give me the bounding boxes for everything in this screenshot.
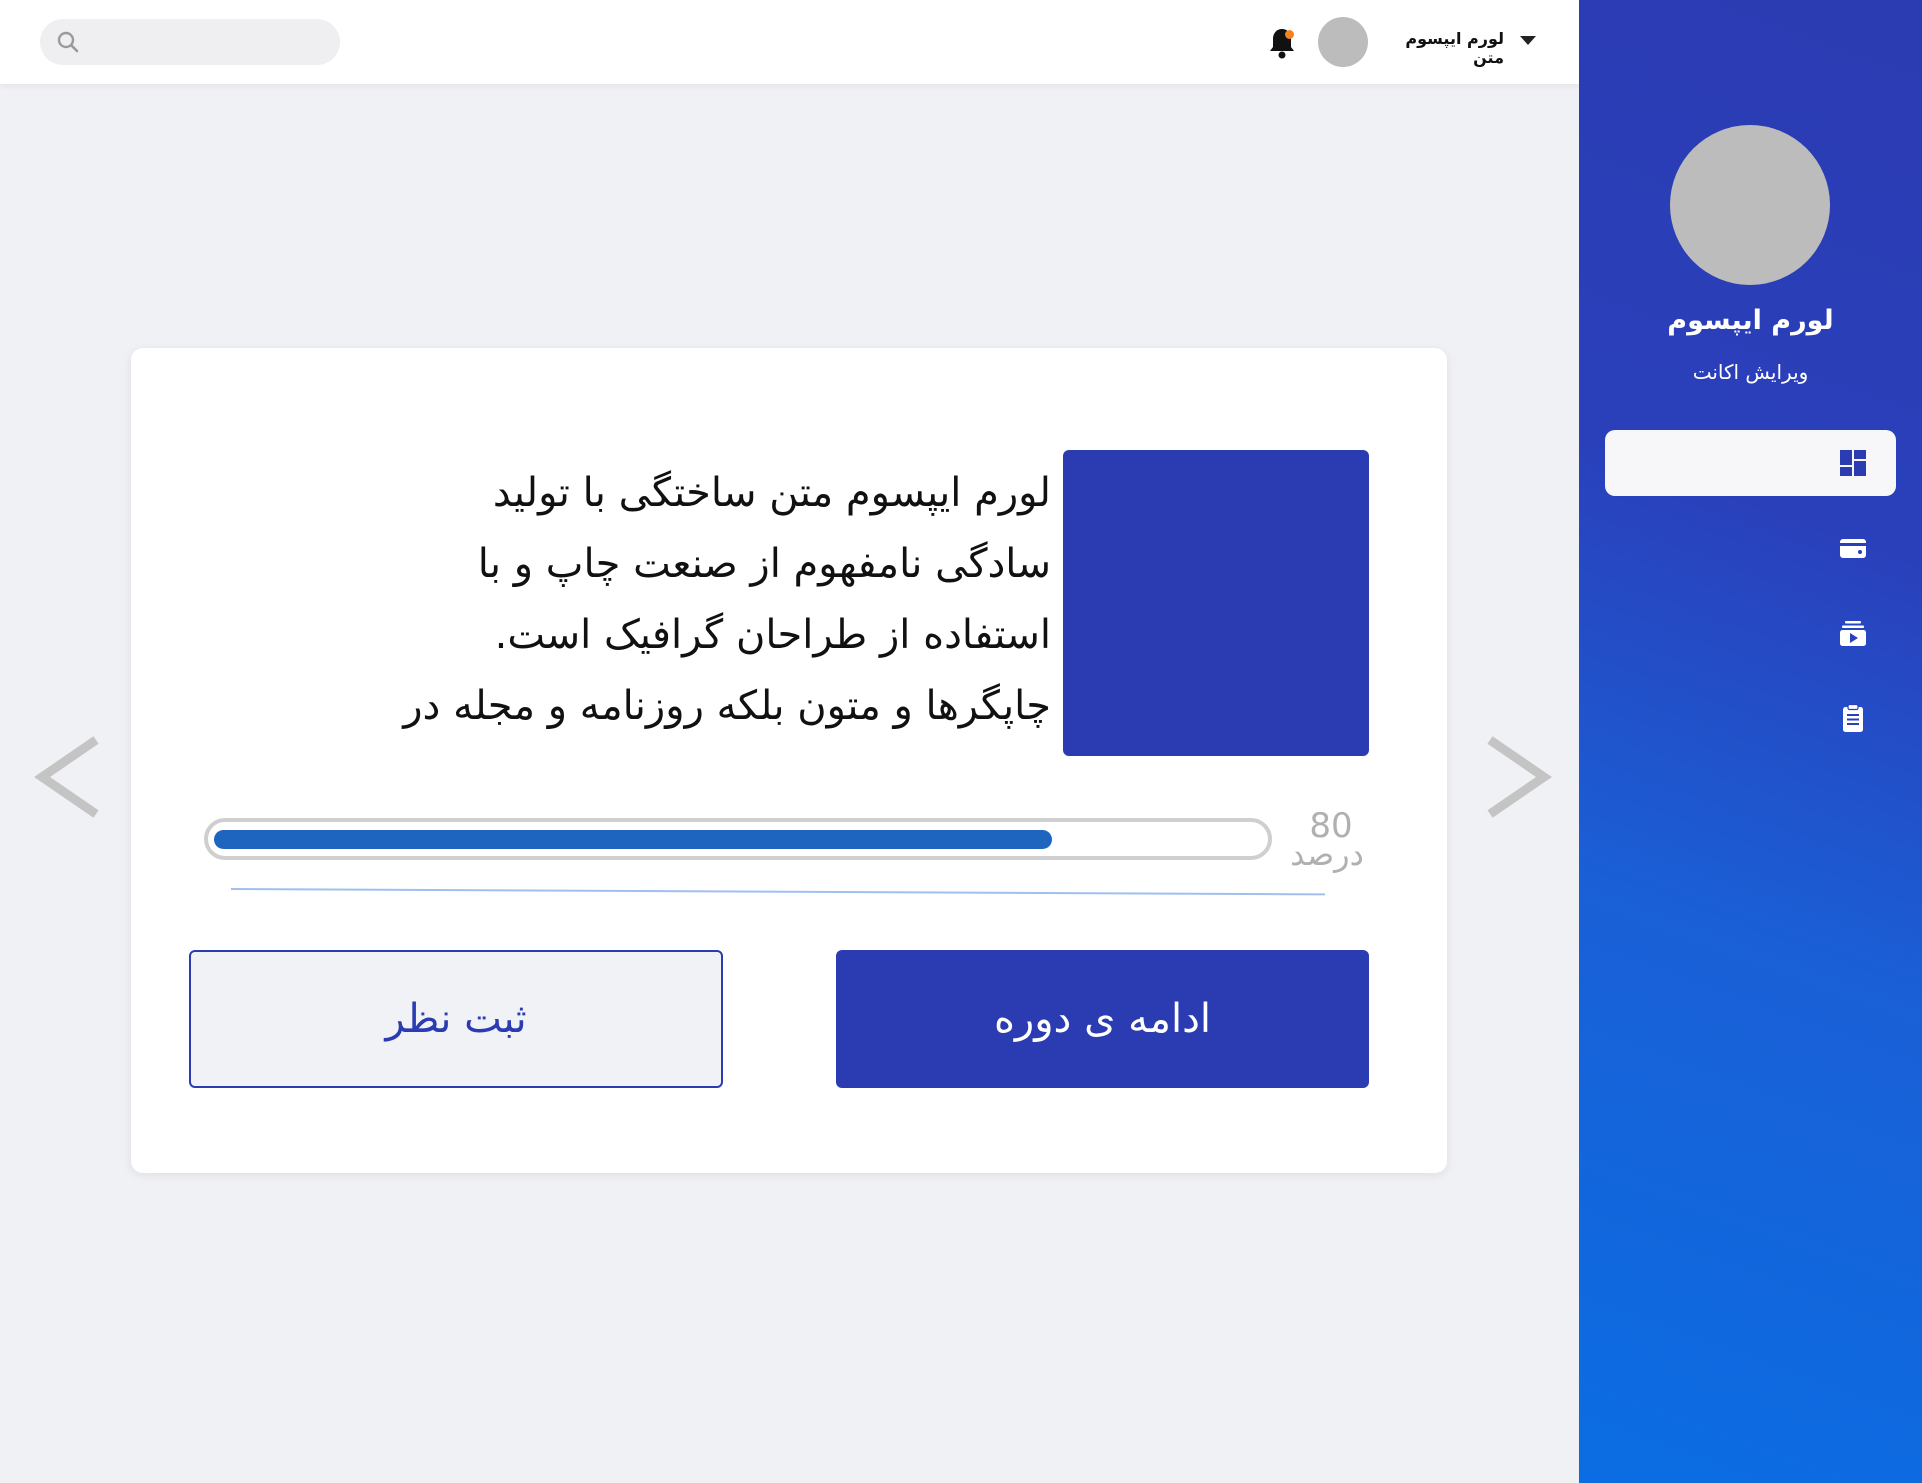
- header-avatar[interactable]: [1318, 17, 1368, 67]
- sidebar-user-name: لورم ایپسوم: [1667, 305, 1834, 336]
- description-line: سادگی نامفهوم از صنعت چاپ و با: [477, 541, 1051, 587]
- wallet-icon: [1840, 539, 1866, 558]
- next-button[interactable]: [1482, 732, 1554, 822]
- description-line: چاپگرها و متون بلکه روزنامه و مجله در: [403, 683, 1051, 729]
- top-header: لورم ایپسوم متن: [0, 0, 1579, 84]
- chevron-left-icon: [34, 736, 99, 818]
- previous-button[interactable]: [32, 732, 104, 822]
- profile-avatar: [1670, 125, 1830, 285]
- notification-badge: [1285, 30, 1294, 39]
- continue-course-button[interactable]: ادامه ی دوره: [836, 950, 1369, 1088]
- edit-account-link[interactable]: ویرایش اکانت: [1579, 360, 1922, 384]
- video-library-icon: [1840, 621, 1866, 646]
- description-line: لورم ایپسوم متن ساختگی با تولید: [492, 470, 1051, 516]
- chevron-right-icon: [1487, 736, 1552, 818]
- sidebar: لورم ایپسوم ویرایش اکانت: [1579, 0, 1922, 1483]
- header-user-name[interactable]: لورم ایپسوم متن: [1378, 29, 1504, 67]
- search-box[interactable]: [40, 19, 340, 65]
- notifications-button[interactable]: [1266, 26, 1298, 60]
- progress-unit: درصد: [1290, 835, 1364, 873]
- submit-review-button[interactable]: ثبت نظر: [189, 950, 723, 1088]
- progress-bar: [204, 818, 1272, 860]
- sidebar-item-dashboard[interactable]: [1605, 430, 1896, 496]
- course-card: لورم ایپسوم متن ساختگی با تولید سادگی نا…: [131, 348, 1447, 1173]
- sidebar-item-videos[interactable]: [1605, 600, 1896, 666]
- search-input[interactable]: [88, 32, 328, 52]
- sidebar-item-wallet[interactable]: [1605, 515, 1896, 581]
- course-thumbnail: [1063, 450, 1369, 756]
- divider: [230, 888, 1325, 896]
- progress-bar-fill: [214, 830, 1052, 849]
- description-line: استفاده از طراحان گرافیک است.: [494, 612, 1051, 658]
- search-icon: [57, 31, 79, 53]
- chevron-down-icon[interactable]: [1520, 36, 1536, 45]
- dashboard-icon: [1840, 450, 1866, 476]
- sidebar-item-reports[interactable]: [1605, 685, 1896, 751]
- course-description: لورم ایپسوم متن ساختگی با تولید سادگی نا…: [171, 458, 1051, 742]
- clipboard-icon: [1843, 703, 1863, 732]
